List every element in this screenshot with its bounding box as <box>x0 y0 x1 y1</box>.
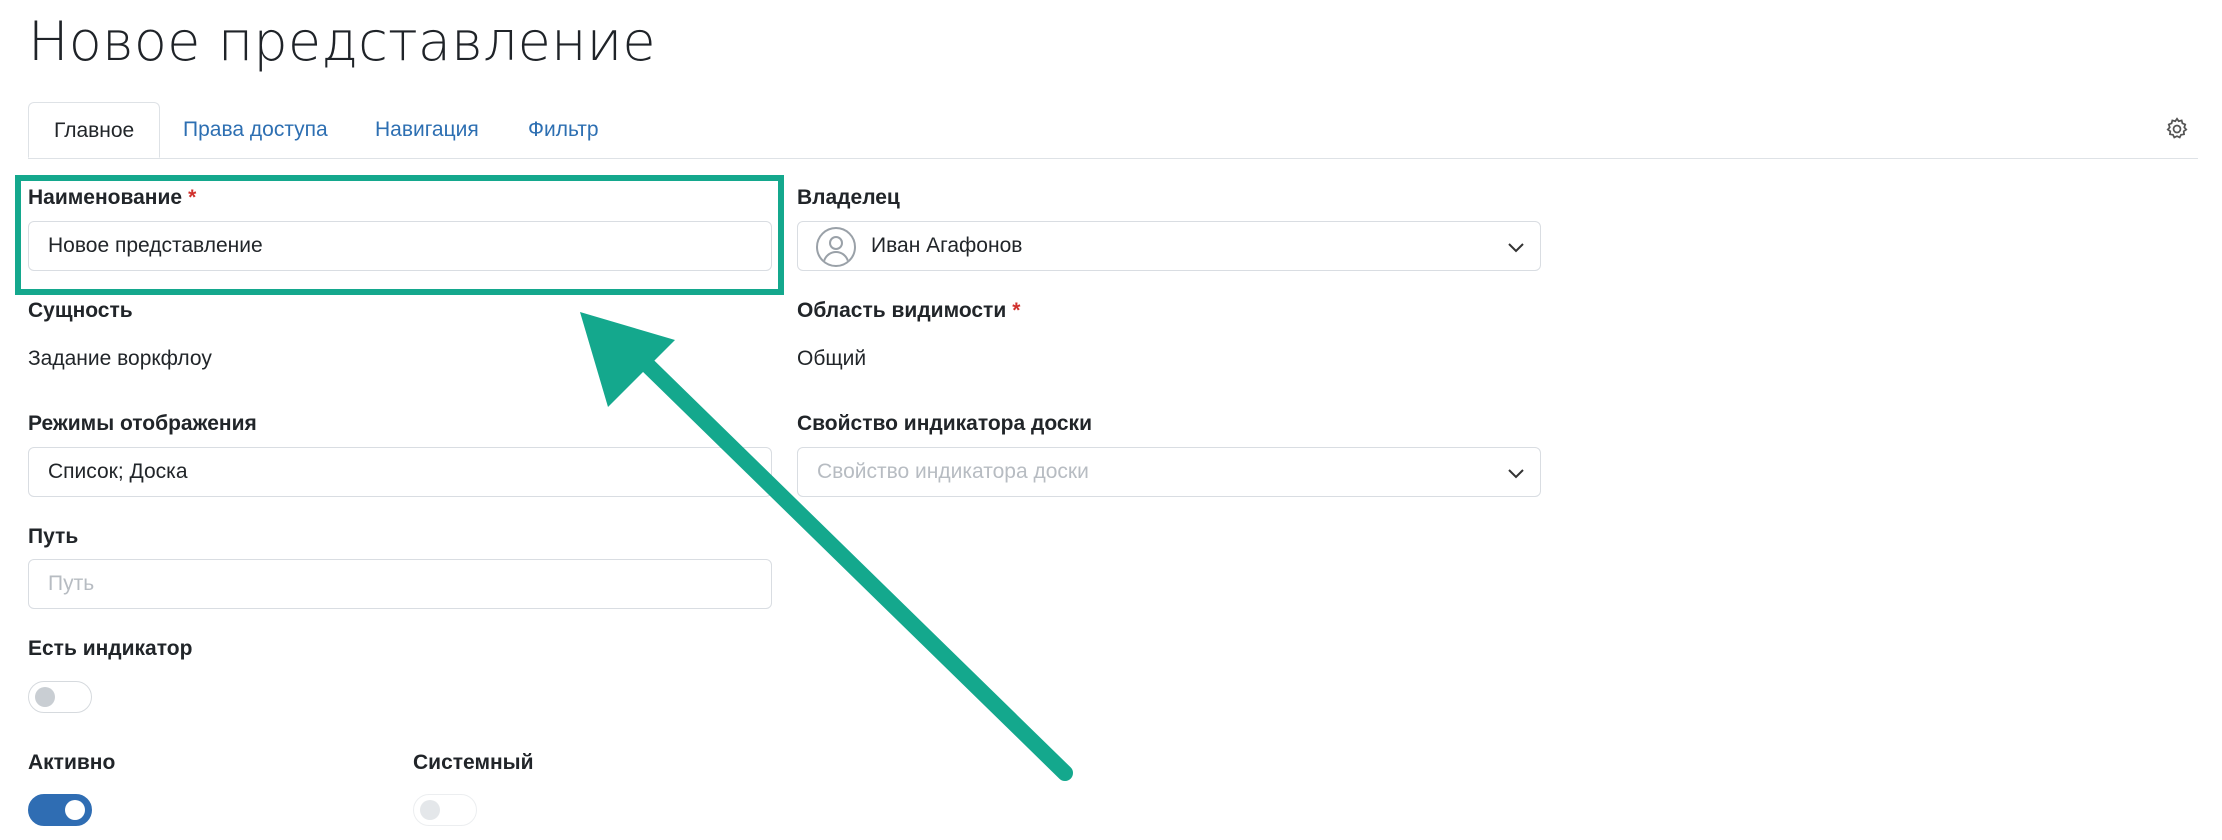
visibility-label: Область видимости * <box>797 299 1021 322</box>
name-input[interactable]: Новое представление <box>28 221 772 271</box>
visibility-value: Общий <box>797 347 867 370</box>
tab-navigation[interactable]: Навигация <box>375 102 479 158</box>
display-modes-label: Режимы отображения <box>28 412 257 435</box>
system-toggle <box>413 794 477 826</box>
path-input[interactable]: Путь <box>28 559 772 609</box>
active-label: Активно <box>28 751 116 774</box>
required-mark: * <box>188 186 197 209</box>
system-label: Системный <box>413 751 534 774</box>
name-label: Наименование * <box>28 186 197 209</box>
display-modes-select[interactable]: Список; Доска <box>28 447 772 497</box>
page-title: Новое представление <box>28 10 656 73</box>
display-modes-value: Список; Доска <box>48 460 188 483</box>
tab-main[interactable]: Главное <box>28 102 161 158</box>
owner-select[interactable]: Иван Агафонов <box>797 221 1541 271</box>
toggle-knob <box>65 800 85 820</box>
chevron-down-icon[interactable] <box>1506 237 1526 257</box>
tab-bar: Главное Права доступа Навигация Фильтр <box>28 102 2198 159</box>
entity-label: Сущность <box>28 299 133 322</box>
board-indicator-placeholder: Свойство индикатора доски <box>817 460 1089 483</box>
owner-label: Владелец <box>797 186 900 209</box>
annotation-arrow-icon <box>580 312 1073 781</box>
active-toggle[interactable] <box>28 794 92 826</box>
path-label: Путь <box>28 525 79 548</box>
tab-filter[interactable]: Фильтр <box>528 102 599 158</box>
toggle-knob <box>35 687 55 707</box>
board-indicator-select[interactable]: Свойство индикатора доски <box>797 447 1541 497</box>
owner-value: Иван Агафонов <box>871 234 1023 257</box>
required-mark: * <box>1012 299 1021 322</box>
board-indicator-label: Свойство индикатора доски <box>797 412 1092 435</box>
has-indicator-toggle[interactable] <box>28 681 92 713</box>
gear-icon[interactable] <box>2164 116 2190 142</box>
chevron-down-icon[interactable] <box>1506 463 1526 483</box>
has-indicator-label: Есть индикатор <box>28 637 193 660</box>
entity-value: Задание воркфлоу <box>28 347 212 370</box>
tab-access-rights[interactable]: Права доступа <box>183 102 328 158</box>
user-avatar-icon <box>816 227 856 267</box>
toggle-knob <box>420 800 440 820</box>
